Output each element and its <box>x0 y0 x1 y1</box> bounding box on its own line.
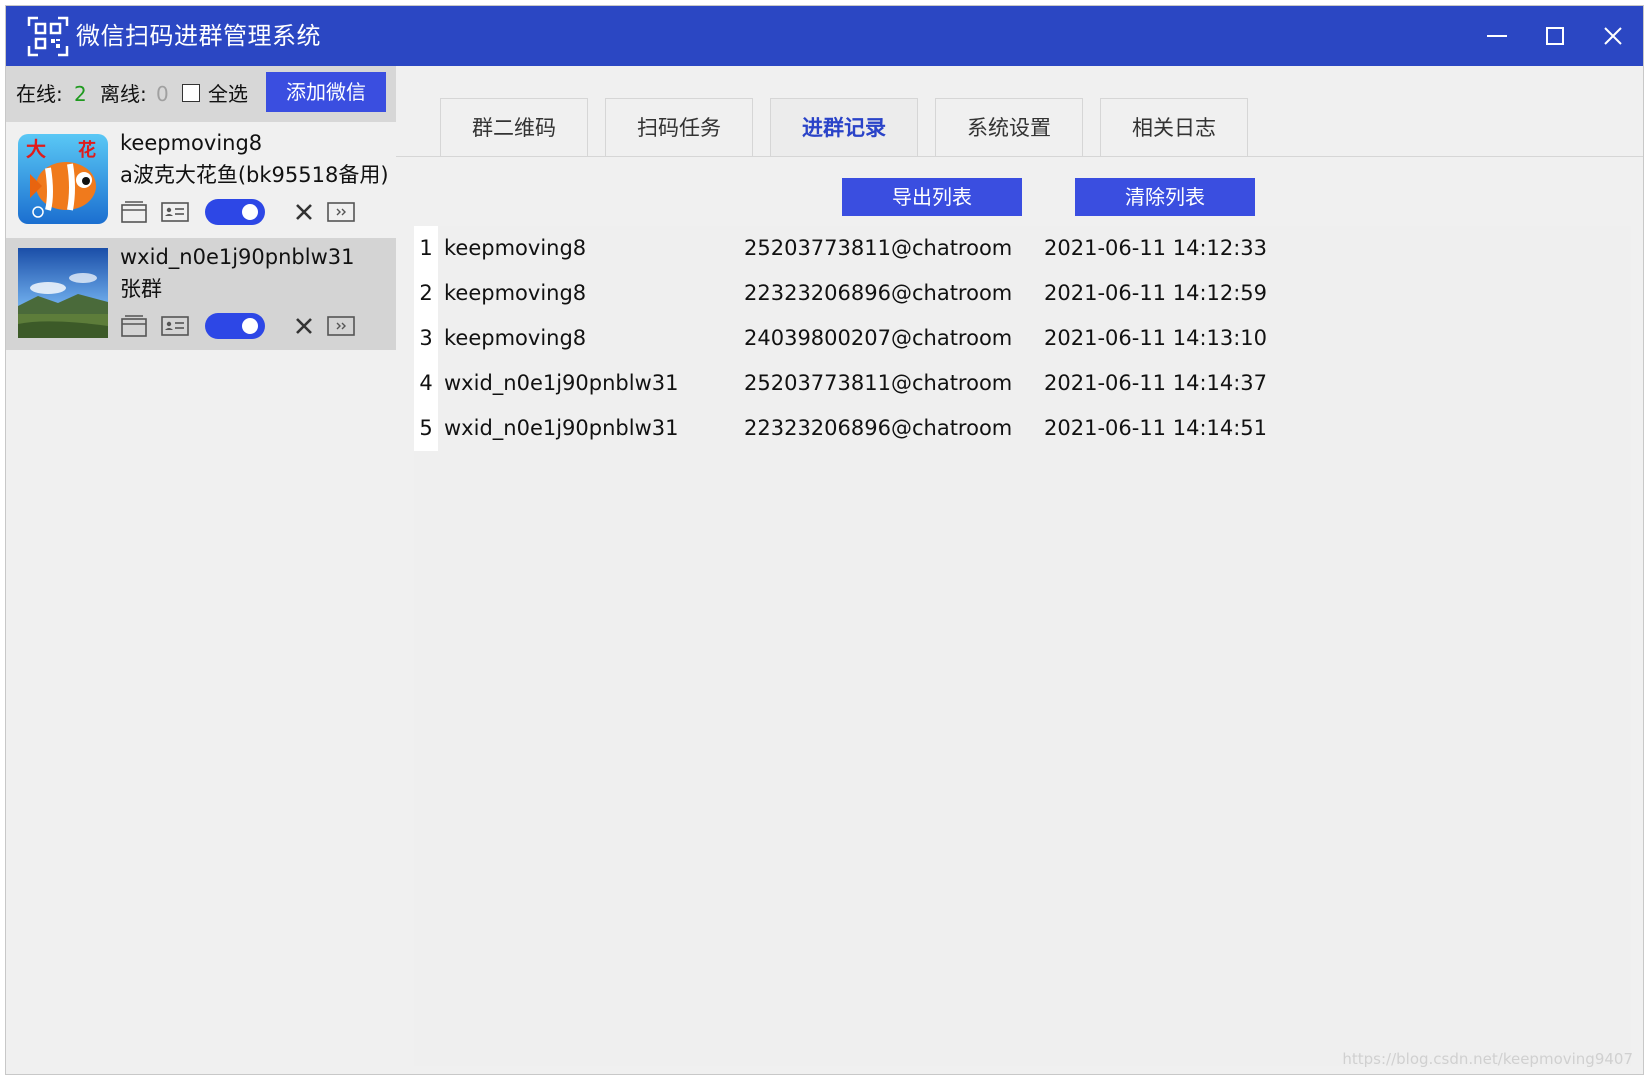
group-list-icon[interactable] <box>120 198 148 226</box>
row-chatroom: 22323206896@chatroom <box>744 281 1013 305</box>
clear-list-button[interactable]: 清除列表 <box>1075 178 1255 216</box>
online-label: 在线: <box>16 82 63 106</box>
tab-group-qrcode[interactable]: 群二维码 <box>440 98 588 156</box>
table-row[interactable]: 2 keepmoving8 22323206896@chatroom 2021-… <box>414 271 1631 316</box>
tab-join-records[interactable]: 进群记录 <box>770 98 918 156</box>
export-list-button[interactable]: 导出列表 <box>842 178 1022 216</box>
svg-text:大: 大 <box>26 137 46 161</box>
row-chatroom: 25203773811@chatroom <box>744 371 1013 395</box>
account-toolbar: 在线: 2 离线: 0 全选 添加微信 <box>6 66 396 122</box>
account-controls <box>120 198 380 226</box>
row-wxid: keepmoving8 <box>444 326 587 350</box>
account-nickname: a波克大花鱼(bk95518备用) <box>120 163 389 187</box>
title-bar: 微信扫码进群管理系统 <box>6 6 1643 66</box>
account-wxid: keepmoving8 <box>120 131 263 155</box>
group-list-icon[interactable] <box>120 312 148 340</box>
online-toggle[interactable] <box>204 312 266 340</box>
row-wxid: keepmoving8 <box>444 281 587 305</box>
tab-system-settings[interactable]: 系统设置 <box>935 98 1083 156</box>
close-button[interactable] <box>1595 18 1631 54</box>
select-all-label[interactable]: 全选 <box>208 82 248 106</box>
account-sidebar: 在线: 2 离线: 0 全选 添加微信 大 花 keepmoving8 a波克大… <box>6 66 396 1074</box>
account-wxid: wxid_n0e1j90pnblw31 <box>120 245 355 269</box>
expand-more-icon[interactable] <box>326 312 356 340</box>
remove-icon[interactable] <box>292 198 316 226</box>
landscape-avatar-icon <box>18 248 108 338</box>
account-nickname: 张群 <box>120 277 162 301</box>
table-row[interactable]: 1 keepmoving8 25203773811@chatroom 2021-… <box>414 226 1631 271</box>
account-item[interactable]: wxid_n0e1j90pnblw31 张群 <box>6 238 396 350</box>
records-table: 1 keepmoving8 25203773811@chatroom 2021-… <box>414 226 1631 451</box>
row-index: 3 <box>414 316 438 361</box>
svg-text:花: 花 <box>78 139 96 161</box>
offline-count: 0 <box>156 82 169 106</box>
account-controls <box>120 312 380 340</box>
row-index: 1 <box>414 226 438 271</box>
offline-label: 离线: <box>100 82 147 106</box>
tab-divider <box>396 156 1643 157</box>
watermark: https://blog.csdn.net/keepmoving9407 <box>1342 1050 1633 1068</box>
row-chatroom: 25203773811@chatroom <box>744 236 1013 260</box>
window-title: 微信扫码进群管理系统 <box>76 22 321 50</box>
contact-card-icon[interactable] <box>160 198 190 226</box>
table-row[interactable]: 5 wxid_n0e1j90pnblw31 22323206896@chatro… <box>414 406 1631 451</box>
row-chatroom: 22323206896@chatroom <box>744 416 1013 440</box>
row-wxid: wxid_n0e1j90pnblw31 <box>444 371 679 395</box>
remove-icon[interactable] <box>292 312 316 340</box>
clownfish-game-avatar-icon: 大 花 <box>18 134 108 224</box>
records-table-area: 1 keepmoving8 25203773811@chatroom 2021-… <box>414 226 1631 1066</box>
row-chatroom: 24039800207@chatroom <box>744 326 1013 350</box>
row-index: 2 <box>414 271 438 316</box>
row-time: 2021-06-11 14:12:33 <box>1044 236 1268 260</box>
row-time: 2021-06-11 14:13:10 <box>1044 326 1268 350</box>
row-time: 2021-06-11 14:12:59 <box>1044 281 1268 305</box>
expand-more-icon[interactable] <box>326 198 356 226</box>
row-wxid: wxid_n0e1j90pnblw31 <box>444 416 679 440</box>
main-panel: 群二维码 扫码任务 进群记录 系统设置 相关日志 导出列表 清除列表 1 kee… <box>396 66 1643 1074</box>
row-wxid: keepmoving8 <box>444 236 587 260</box>
row-index: 5 <box>414 406 438 451</box>
select-all-checkbox[interactable] <box>182 84 200 102</box>
row-time: 2021-06-11 14:14:37 <box>1044 371 1268 395</box>
tab-logs[interactable]: 相关日志 <box>1100 98 1248 156</box>
qr-code-icon <box>26 14 70 58</box>
account-item[interactable]: 大 花 keepmoving8 a波克大花鱼(bk95518备用) <box>6 124 396 236</box>
tab-scan-tasks[interactable]: 扫码任务 <box>605 98 753 156</box>
online-count: 2 <box>74 82 87 106</box>
table-row[interactable]: 3 keepmoving8 24039800207@chatroom 2021-… <box>414 316 1631 361</box>
online-toggle[interactable] <box>204 198 266 226</box>
maximize-button[interactable] <box>1537 18 1573 54</box>
minimize-button[interactable] <box>1479 18 1515 54</box>
app-window: 微信扫码进群管理系统 在线: 2 离线: 0 全选 添加微信 大 花 keepm… <box>6 6 1643 1074</box>
add-wechat-button[interactable]: 添加微信 <box>266 72 386 112</box>
row-index: 4 <box>414 361 438 406</box>
row-time: 2021-06-11 14:14:51 <box>1044 416 1268 440</box>
table-row[interactable]: 4 wxid_n0e1j90pnblw31 25203773811@chatro… <box>414 361 1631 406</box>
contact-card-icon[interactable] <box>160 312 190 340</box>
